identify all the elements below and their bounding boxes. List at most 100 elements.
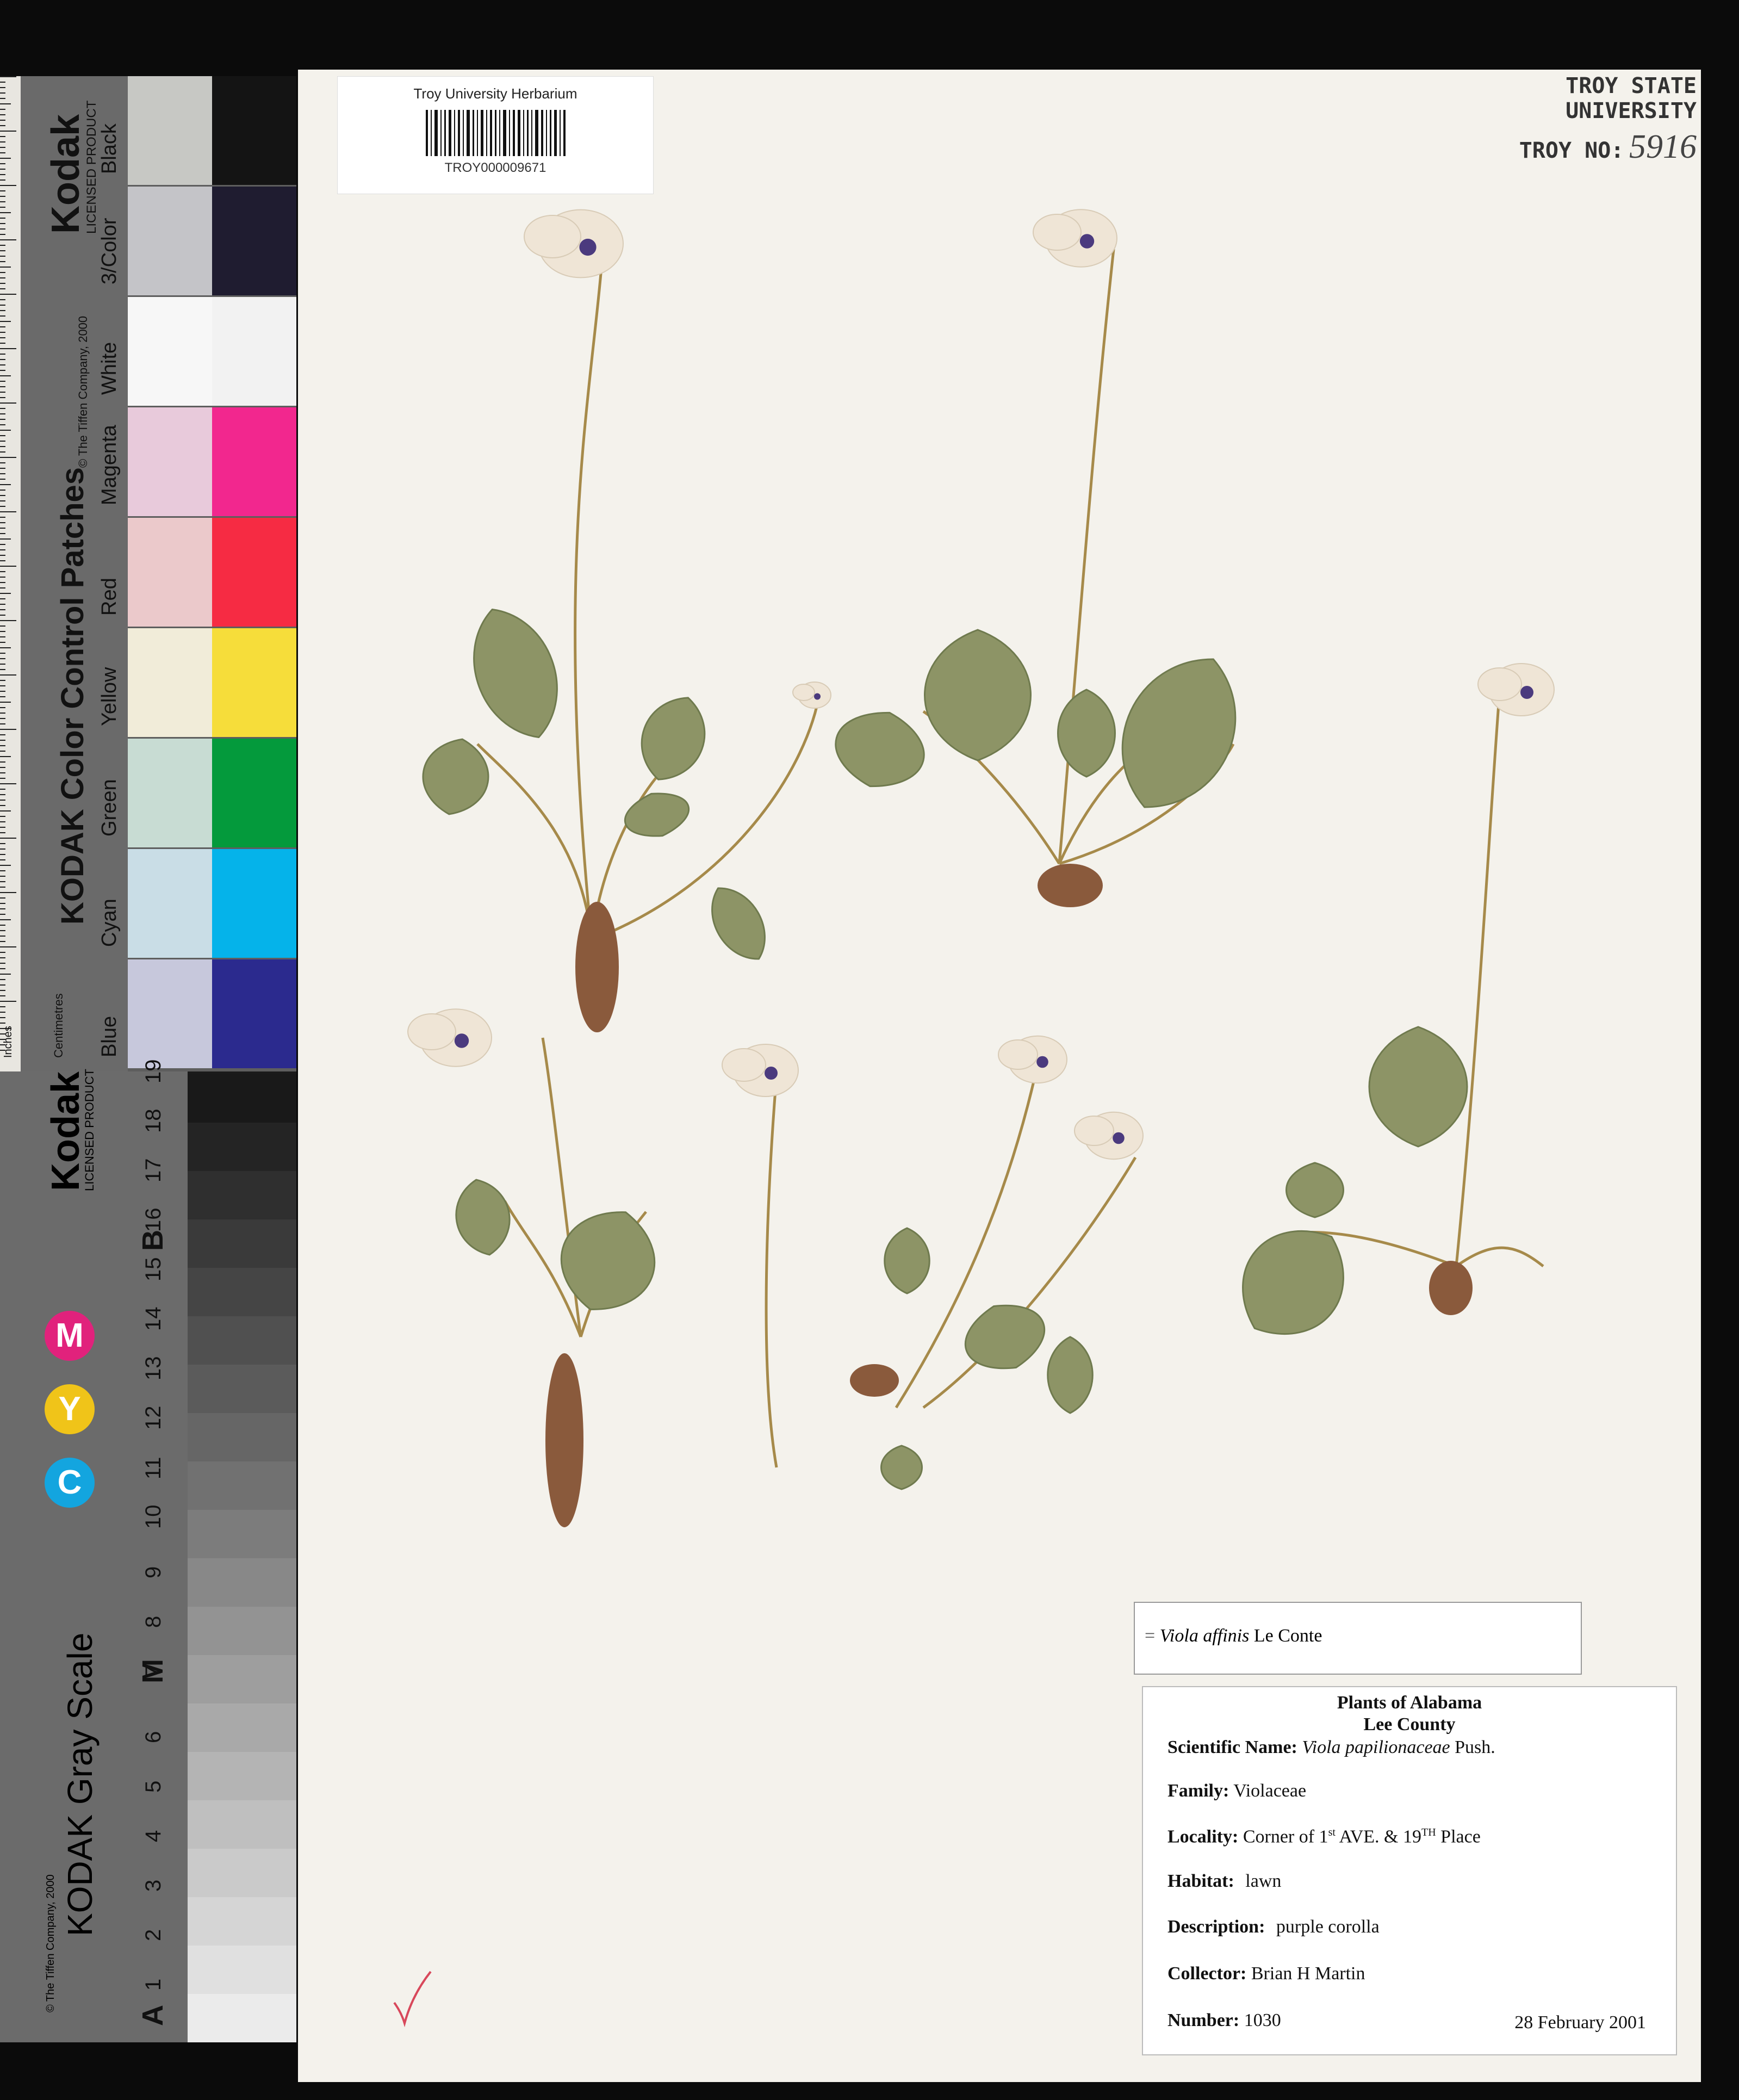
ruler-tick [0, 789, 5, 790]
description-label: Description: [1167, 1917, 1265, 1937]
ruler-tick [0, 827, 5, 828]
ruler-tick [0, 517, 5, 518]
ruler-tick [0, 408, 5, 409]
ruler-tick [0, 805, 5, 806]
gray-scale-number: 10 [141, 1504, 165, 1529]
ruler-tick [0, 908, 5, 909]
color-patch-label: Cyan [98, 899, 121, 947]
ruler-tick [0, 386, 5, 387]
ruler-tick [0, 228, 5, 230]
ruler-tick [0, 892, 16, 893]
ruler-tick [0, 778, 5, 779]
gray-patch [188, 1897, 296, 1946]
ruler-tick [0, 332, 5, 333]
ruler-tick [0, 925, 5, 926]
ruler-tick [0, 810, 11, 811]
flower-center [454, 1033, 469, 1048]
flower-petal [1477, 667, 1522, 701]
ruler-tick [0, 615, 5, 616]
leaf [455, 1179, 511, 1256]
ruler-tick [0, 963, 5, 964]
color-patch-label: Red [98, 578, 121, 616]
ruler-tick [0, 832, 5, 833]
leaf [835, 711, 925, 788]
color-patch-label: Magenta [98, 425, 121, 505]
ruler-tick [0, 631, 5, 632]
ruler-tick [0, 800, 5, 801]
ruler-tick [0, 577, 5, 578]
family-value: Violaceae [1233, 1781, 1307, 1801]
ruler-tick [0, 887, 5, 888]
ruler-tick [0, 946, 16, 947]
flower-center [1520, 686, 1533, 699]
color-patch-dark [212, 518, 296, 627]
ruler-tick [0, 593, 11, 594]
number-value: 1030 [1244, 2010, 1281, 2030]
leaf [1047, 1336, 1094, 1414]
ruler-tick [0, 495, 5, 496]
gray-patch [188, 1316, 296, 1365]
color-patch-label: Yellow [98, 667, 121, 726]
ruler-tick [0, 745, 5, 746]
color-patch-dark [212, 76, 296, 185]
leaf [1285, 1162, 1344, 1218]
color-card-title: KODAK Color Control Patches [55, 467, 90, 925]
ruler-tick [0, 528, 5, 529]
ruler-tick [0, 669, 5, 670]
ruler-tick [0, 479, 5, 480]
ruler-tick [0, 968, 5, 969]
ruler-tick [0, 794, 5, 795]
ruler-tick [0, 109, 5, 110]
ruler-tick [0, 288, 5, 289]
ruler-tick [0, 462, 5, 463]
ruler-tick [0, 876, 5, 877]
ruler-tick [0, 772, 5, 773]
leaf [1368, 1026, 1468, 1148]
gray-scale-number: 17 [141, 1158, 165, 1183]
root [1038, 864, 1103, 907]
ruler-tick [0, 729, 16, 730]
sci-name-value: Viola papilionaceae [1302, 1737, 1450, 1757]
flower-petal [524, 215, 581, 258]
ruler-tick [0, 859, 5, 860]
collector-label: Collector: [1167, 1963, 1247, 1984]
yellow-circle: Y [45, 1384, 95, 1434]
gray-patch [188, 1558, 296, 1607]
ruler-tick [0, 490, 5, 491]
locality-b: AVE. & 19 [1335, 1826, 1421, 1847]
color-patch-label: Green [98, 779, 121, 837]
ruler-tick [0, 653, 5, 654]
cyan-circle: C [45, 1458, 95, 1508]
ruler-tick [0, 343, 5, 344]
ruler-tick [0, 870, 5, 871]
ruler-tick [0, 936, 5, 937]
ruler-tick [0, 767, 5, 768]
stem [765, 1075, 778, 1468]
gray-scale-number: 12 [141, 1405, 165, 1430]
gray-scale-number: 5 [141, 1780, 165, 1793]
ruler-tick [0, 952, 5, 953]
gray-patch [188, 1074, 296, 1123]
ruler-tick [0, 664, 5, 665]
color-patch-light [128, 628, 212, 737]
ruler-tick [0, 223, 5, 224]
ruler-tick [0, 283, 5, 284]
ruler-tick [0, 337, 5, 338]
habitat-value: lawn [1245, 1871, 1282, 1891]
ruler-tick [0, 245, 5, 246]
ruler-tick [0, 348, 16, 349]
ruler-tick [0, 114, 5, 115]
ruler-tick [0, 76, 16, 77]
gray-patch [188, 1993, 296, 2042]
flower-center [814, 693, 821, 700]
ruler-tick [0, 713, 5, 714]
stem [922, 1156, 1137, 1409]
ruler-tick [0, 587, 5, 589]
ruler-tick [0, 604, 5, 605]
leaf [884, 1227, 930, 1294]
ruler-tick [0, 321, 11, 322]
ruler-tick [0, 375, 11, 376]
ruler-tick [0, 473, 5, 474]
ruler-tick [0, 691, 5, 692]
gray-scale-number: 8 [141, 1615, 165, 1628]
